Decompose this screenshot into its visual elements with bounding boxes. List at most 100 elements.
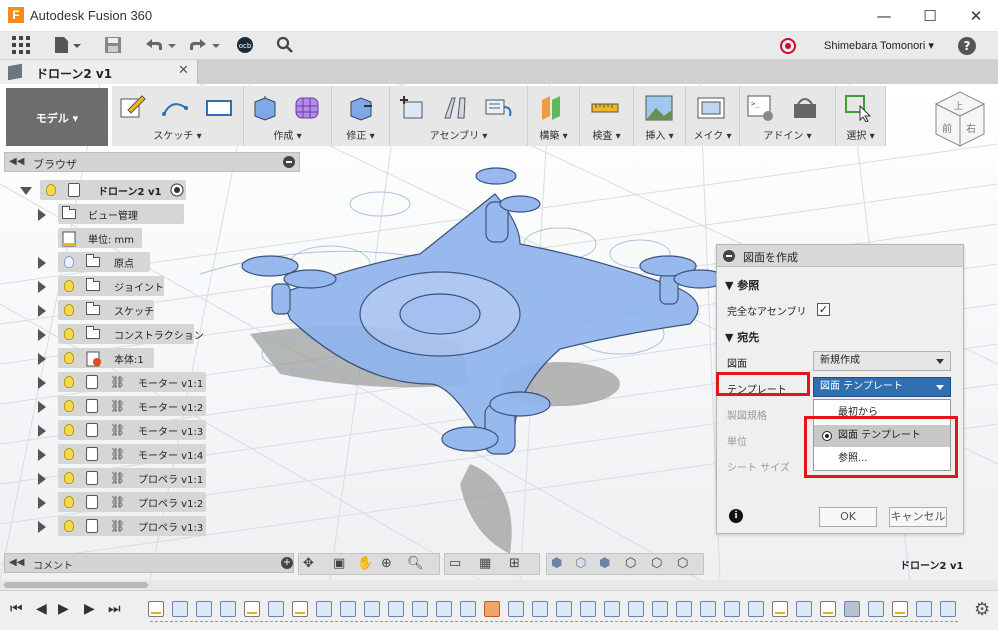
timeline-sketch-feature[interactable] <box>148 601 164 617</box>
timeline-component-feature[interactable] <box>532 601 548 617</box>
browser-item-body[interactable]: 本体:1 <box>38 348 198 370</box>
select-component-icon[interactable]: ⬡ <box>677 556 688 571</box>
dialog-collapse-icon[interactable] <box>723 250 735 262</box>
template-select[interactable]: 図面 テンプレート <box>813 377 951 397</box>
browser-collapse-icon[interactable] <box>283 156 295 168</box>
timeline-component-feature[interactable] <box>556 601 572 617</box>
timeline-joint-feature[interactable] <box>652 601 668 617</box>
timeline-joint-feature[interactable] <box>748 601 764 617</box>
browser-item-units[interactable]: 単位: mm <box>38 228 198 250</box>
go-to-end-icon[interactable]: ⏭ <box>108 601 121 617</box>
app-store-icon[interactable] <box>790 94 820 122</box>
visibility-bulb-icon[interactable] <box>46 184 56 196</box>
make-group[interactable]: メイク ▾ <box>686 86 740 146</box>
visibility-bulb-icon[interactable] <box>64 496 74 508</box>
save-icon[interactable] <box>104 36 122 56</box>
ok-button[interactable]: OK <box>819 507 877 527</box>
sketch-group[interactable]: スケッチ ▾ <box>112 86 244 146</box>
user-account-menu[interactable]: Shimebara Tomonori ▾ <box>824 39 934 52</box>
timeline-joint-feature[interactable] <box>700 601 716 617</box>
full-assembly-checkbox[interactable]: ✓ <box>817 303 830 316</box>
browser-item-motor-3[interactable]: ⛓ モーター v1:3 <box>38 420 213 442</box>
browser-item-construction[interactable]: コンストラクション <box>38 324 208 346</box>
timeline-joint-feature[interactable] <box>724 601 740 617</box>
timeline-fillet-feature[interactable] <box>340 601 356 617</box>
addins-group[interactable]: >_ アドイン ▾ <box>740 86 836 146</box>
insert-group[interactable]: 挿入 ▾ <box>634 86 686 146</box>
offset-plane-icon[interactable] <box>538 94 568 122</box>
display-settings-icon[interactable]: ▭ <box>449 556 461 571</box>
timeline-component-feature[interactable] <box>604 601 620 617</box>
browser-item-named-views[interactable]: ビュー管理 <box>38 204 198 226</box>
timeline-component-feature[interactable] <box>508 601 524 617</box>
go-to-start-icon[interactable]: ⏮ <box>10 601 23 617</box>
visibility-bulb-icon[interactable] <box>64 400 74 412</box>
file-menu-icon[interactable] <box>54 36 82 56</box>
select-point-icon[interactable]: ⬡ <box>651 556 662 571</box>
line-sketch-icon[interactable] <box>160 94 190 122</box>
timeline-link-feature[interactable] <box>628 601 644 617</box>
activate-radio-icon[interactable] <box>170 183 184 197</box>
timeline-move-feature[interactable] <box>388 601 404 617</box>
step-forward-icon[interactable]: ▶ <box>84 601 95 617</box>
timeline-joint-feature[interactable] <box>460 601 476 617</box>
visibility-bulb-icon[interactable] <box>64 304 74 316</box>
viewports-icon[interactable]: ⊞ <box>509 556 520 571</box>
timeline-body-feature[interactable] <box>172 601 188 617</box>
measure-icon[interactable] <box>590 94 620 122</box>
motion-link-icon[interactable] <box>484 94 514 122</box>
create-sketch-icon[interactable] <box>118 94 148 122</box>
timeline-extrude-feature[interactable] <box>196 601 212 617</box>
close-tab-icon[interactable]: ✕ <box>178 63 189 78</box>
select-group[interactable]: 選択 ▾ <box>836 86 886 146</box>
timeline-extrude-feature[interactable] <box>268 601 284 617</box>
browser-item-propeller-3[interactable]: ⛓ プロペラ v1:3 <box>38 516 213 538</box>
timeline-chamfer-feature[interactable] <box>364 601 380 617</box>
close-window-button[interactable]: ✕ <box>954 4 998 28</box>
visibility-bulb-icon[interactable] <box>64 280 74 292</box>
modify-group[interactable]: 修正 ▾ <box>332 86 390 146</box>
info-icon[interactable]: i <box>729 509 743 523</box>
browser-header[interactable]: ◀◀ ブラウザ <box>4 152 300 172</box>
orbit-icon[interactable]: ✥ <box>303 556 314 571</box>
add-comment-icon[interactable]: + <box>281 557 293 569</box>
horizontal-scrollbar[interactable] <box>0 580 998 590</box>
undo-icon[interactable] <box>144 36 178 56</box>
look-at-icon[interactable]: ▣ <box>333 556 345 571</box>
construct-group[interactable]: 構築 ▾ <box>528 86 580 146</box>
scripts-icon[interactable]: >_ <box>746 94 776 122</box>
browser-item-propeller-2[interactable]: ⛓ プロペラ v1:2 <box>38 492 213 514</box>
inspect-group[interactable]: 検査 ▾ <box>580 86 634 146</box>
extrude-icon[interactable] <box>250 94 280 122</box>
timeline-current-marker[interactable] <box>844 601 860 617</box>
timeline-move-feature[interactable] <box>676 601 692 617</box>
timeline-joint-feature[interactable] <box>796 601 812 617</box>
minimize-button[interactable]: — <box>862 4 906 28</box>
browser-item-sketches[interactable]: スケッチ <box>38 300 198 322</box>
cancel-button[interactable]: キャンセル <box>889 507 947 527</box>
visibility-bulb-icon[interactable] <box>64 424 74 436</box>
dialog-header[interactable]: 図面を作成 <box>717 245 963 267</box>
timeline-component-feature[interactable] <box>580 601 596 617</box>
collapse-arrows-icon[interactable]: ◀◀ <box>9 156 24 167</box>
visibility-bulb-icon[interactable] <box>64 256 74 268</box>
browser-root-row[interactable]: ドローン2 v1 <box>20 180 200 202</box>
redo-icon[interactable] <box>188 36 222 56</box>
timeline-extrude-feature[interactable] <box>316 601 332 617</box>
timeline-settings-gear-icon[interactable]: ⚙ <box>974 599 990 620</box>
search-icon[interactable] <box>276 36 294 56</box>
data-panel-grid-icon[interactable] <box>12 36 30 56</box>
document-tab[interactable]: ドローン2 v1 ✕ <box>0 60 198 84</box>
scrollbar-thumb[interactable] <box>4 582 148 588</box>
browser-item-origin[interactable]: 原点 <box>38 252 198 274</box>
zoom-icon[interactable]: ⊕ <box>381 556 392 571</box>
browser-item-motor-2[interactable]: ⛓ モーター v1:2 <box>38 396 213 418</box>
joint-icon[interactable] <box>440 94 470 122</box>
box-grid-icon[interactable] <box>292 94 322 122</box>
browser-item-propeller-1[interactable]: ⛓ プロペラ v1:1 <box>38 468 213 490</box>
timeline-sketch-feature[interactable] <box>292 601 308 617</box>
rectangle-sketch-icon[interactable] <box>204 94 234 122</box>
help-icon[interactable]: ? <box>958 37 976 55</box>
visibility-bulb-icon[interactable] <box>64 376 74 388</box>
browser-item-motor-4[interactable]: ⛓ モーター v1:4 <box>38 444 213 466</box>
